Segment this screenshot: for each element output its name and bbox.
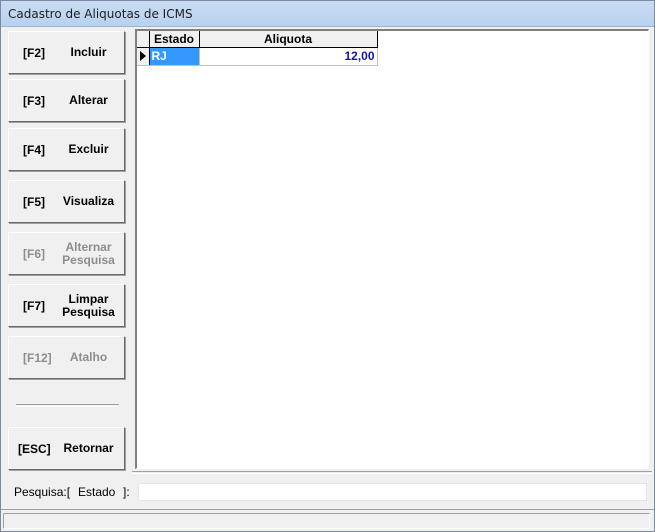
button-label: Atalho: [69, 350, 108, 364]
visualiza-button[interactable]: [F5] Visualiza: [8, 180, 125, 223]
alterar-button[interactable]: [F3] Alterar: [8, 79, 125, 122]
incluir-button[interactable]: [F2] Incluir: [8, 31, 125, 74]
shortcut-key: [ESC]: [18, 441, 51, 456]
alternar-pesquisa-button[interactable]: [F6] Alternar Pesquisa: [8, 232, 125, 275]
search-field-name: Estado: [78, 485, 116, 499]
shortcut-key: [F5]: [23, 194, 45, 209]
table-row[interactable]: RJ 12,00: [137, 46, 378, 66]
grid-corner: [137, 31, 150, 48]
shortcut-key: [F4]: [23, 142, 45, 157]
cell-estado[interactable]: RJ: [148, 46, 200, 66]
search-label: Pesquisa:[: [14, 485, 71, 499]
retornar-button[interactable]: [ESC] Retornar: [8, 427, 125, 470]
shortcut-key: [F2]: [23, 45, 45, 60]
status-bar: [1, 509, 654, 531]
button-label: Retornar: [63, 441, 114, 455]
data-grid[interactable]: Estado Aliquota RJ 12,00: [135, 29, 649, 469]
shortcut-key: [F6]: [23, 246, 45, 261]
atalho-button[interactable]: [F12] Atalho: [8, 336, 125, 379]
shortcut-key: [F7]: [23, 298, 45, 313]
column-header-estado[interactable]: Estado: [149, 31, 200, 48]
column-header-aliquota[interactable]: Aliquota: [199, 31, 378, 48]
search-separator: [132, 471, 652, 474]
excluir-button[interactable]: [F4] Excluir: [8, 128, 125, 171]
limpar-pesquisa-button[interactable]: [F7] Limpar Pesquisa: [8, 284, 125, 327]
button-label: Incluir: [70, 45, 107, 59]
button-label: Alternar Pesquisa: [62, 239, 115, 267]
search-label-close: ]:: [123, 485, 130, 499]
button-label: Excluir: [68, 142, 109, 156]
button-label: Visualiza: [62, 194, 115, 208]
button-divider: [16, 404, 119, 407]
status-panel: [3, 513, 650, 529]
cell-aliquota[interactable]: 12,00: [199, 47, 378, 66]
shortcut-key: [F12]: [23, 350, 52, 365]
button-label: Limpar Pesquisa: [62, 291, 115, 319]
button-label: Alterar: [69, 93, 108, 107]
window-title: Cadastro de Aliquotas de ICMS: [1, 1, 654, 27]
search-input[interactable]: [138, 483, 647, 501]
shortcut-key: [F3]: [23, 93, 45, 108]
search-bar: Pesquisa:[ Estado ]:: [1, 482, 654, 502]
row-indicator: [137, 47, 150, 66]
row-pointer-icon: [140, 51, 146, 61]
main-window: Cadastro de Aliquotas de ICMS [F2] Inclu…: [0, 0, 655, 532]
